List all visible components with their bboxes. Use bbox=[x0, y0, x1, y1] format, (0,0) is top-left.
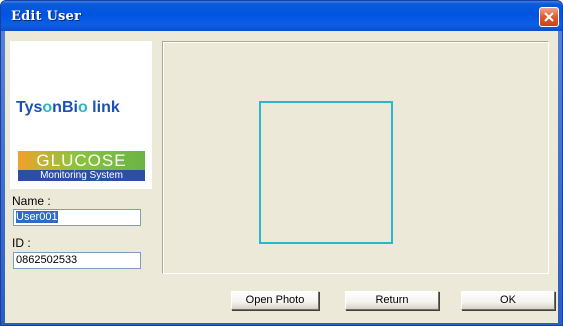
close-button[interactable] bbox=[539, 7, 559, 27]
logo-text-part: nBi bbox=[52, 99, 78, 116]
window-title: Edit User bbox=[11, 9, 82, 24]
id-label: ID : bbox=[12, 236, 31, 250]
tysonbio-logo: TysonBio link bbox=[16, 99, 120, 117]
close-icon bbox=[544, 12, 554, 22]
dialog-body: TysonBio link GLUCOSE Monitoring System … bbox=[5, 31, 558, 323]
photo-frame bbox=[259, 101, 393, 244]
open-photo-button[interactable]: Open Photo bbox=[231, 291, 319, 310]
glucose-logo-title: GLUCOSE bbox=[36, 151, 127, 170]
logo-panel: TysonBio link GLUCOSE Monitoring System bbox=[10, 41, 152, 189]
return-button[interactable]: Return bbox=[345, 291, 439, 310]
glucose-logo-top: GLUCOSE bbox=[18, 151, 145, 170]
logo-text-part: o bbox=[42, 99, 53, 116]
title-bar[interactable]: Edit User bbox=[1, 1, 562, 31]
name-value: User001 bbox=[16, 211, 58, 223]
ok-button[interactable]: OK bbox=[461, 291, 555, 310]
logo-text-part: Tys bbox=[16, 99, 43, 116]
edit-user-window: Edit User TysonBio link GLUCOSE Monitori… bbox=[0, 0, 563, 326]
logo-text-part: o bbox=[77, 99, 88, 116]
id-input[interactable]: 0862502533 bbox=[13, 252, 141, 269]
glucose-logo-bottom: Monitoring System bbox=[18, 170, 145, 181]
name-input[interactable]: User001 bbox=[13, 209, 141, 226]
glucose-logo-tagline: Monitoring System bbox=[40, 170, 123, 181]
logo-text-part: link bbox=[87, 99, 120, 116]
name-label: Name : bbox=[12, 194, 51, 208]
photo-panel bbox=[162, 41, 549, 274]
id-value: 0862502533 bbox=[16, 254, 78, 266]
glucose-logo: GLUCOSE Monitoring System bbox=[18, 151, 145, 181]
